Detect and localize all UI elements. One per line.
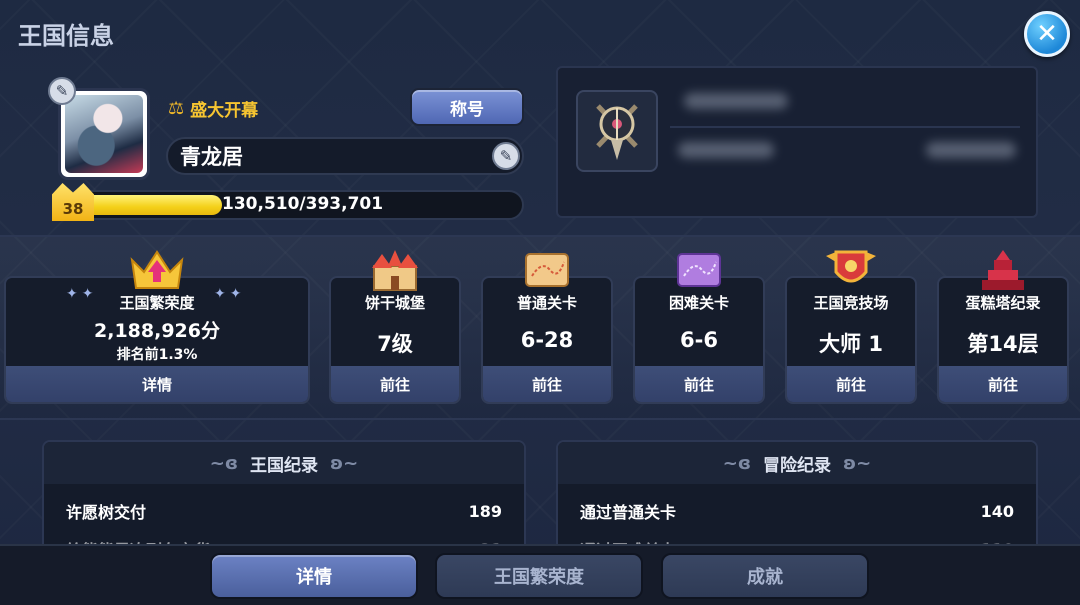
castle-go-button[interactable]: 前往 — [331, 366, 459, 402]
cake-tower-label: 蛋糕塔纪录 — [965, 294, 1041, 312]
kingdom-records-panel: ~ɞ 王国纪录 ʚ~ 许愿树交付 189 给熊熊果冻列车交货 21 — [42, 440, 526, 560]
hard-stage-go-button[interactable]: 前往 — [635, 366, 763, 402]
xp-bar-fill — [76, 195, 222, 215]
adventure-records-header: ~ɞ 冒险纪录 ʚ~ — [558, 442, 1036, 484]
tab-prosperity[interactable]: 王国繁荣度 — [435, 553, 643, 599]
normal-stage-label: 普通关卡 — [516, 294, 577, 312]
close-icon: ✕ — [1036, 19, 1058, 49]
xp-text: 130,510/393,701 — [222, 194, 384, 214]
arena-value: 大师 1 — [819, 332, 883, 356]
arena-card: 王国竞技场 大师 1 前往 — [785, 276, 917, 404]
prosperity-value: 2,188,926分 — [94, 320, 220, 342]
kingdom-records-header: ~ɞ 王国纪录 ʚ~ — [44, 442, 524, 484]
record-row: 通过普通关卡 140 — [580, 498, 1014, 524]
scales-icon: ⚖ — [168, 98, 185, 119]
cake-tower-card: 蛋糕塔纪录 第14层 前往 — [937, 276, 1069, 404]
tab-details[interactable]: 详情 — [210, 553, 418, 599]
title-button[interactable]: 称号 — [410, 88, 524, 126]
ornament-right-icon: ʚ~ — [843, 452, 872, 474]
normal-stage-value: 6-28 — [520, 328, 574, 352]
prosperity-label: 王国繁荣度 — [119, 294, 195, 312]
guild-value-blurred — [926, 142, 1016, 158]
adventure-records-panel: ~ɞ 冒险纪录 ʚ~ 通过普通关卡 140 通过困难关卡 110 — [556, 440, 1038, 560]
kingdom-title-text: 盛大开幕 — [190, 101, 259, 121]
prosperity-card: 王国繁荣度 2,188,926分 排名前1.3% 详情 — [4, 276, 310, 404]
arena-shield-icon — [822, 246, 880, 292]
cake-tower-value: 第14层 — [967, 332, 1039, 356]
ornament-left-icon: ~ɞ — [722, 452, 751, 474]
sparkle-icon-left: ✦✦ — [66, 286, 98, 302]
arena-go-button[interactable]: 前往 — [787, 366, 915, 402]
avatar-image — [65, 95, 143, 173]
guild-divider — [670, 126, 1020, 128]
tab-achievements[interactable]: 成就 — [661, 553, 869, 599]
prosperity-detail-button[interactable]: 详情 — [6, 366, 308, 402]
kingdom-name: 青龙居 — [180, 145, 243, 169]
sparkle-icon-right: ✦✦ — [214, 286, 246, 302]
sword-emblem-icon — [596, 104, 638, 160]
guild-info-blurred — [678, 142, 774, 158]
record-label: 通过普通关卡 — [580, 503, 677, 522]
cake-tower-go-button[interactable]: 前往 — [939, 366, 1067, 402]
kingdom-records-title: 王国纪录 — [250, 455, 318, 476]
adventure-records-title: 冒险纪录 — [763, 455, 831, 476]
castle-label: 饼干城堡 — [364, 294, 425, 312]
guild-emblem[interactable] — [576, 90, 658, 172]
record-value: 140 — [980, 501, 1014, 521]
record-row: 许愿树交付 189 — [66, 498, 502, 524]
prosperity-rank: 排名前1.3% — [116, 347, 198, 363]
cake-tower-icon — [974, 246, 1032, 292]
edit-avatar-icon[interactable]: ✎ — [48, 77, 76, 105]
hard-stage-card: 困难关卡 6-6 前往 — [633, 276, 765, 404]
level-number: 38 — [62, 200, 84, 218]
normal-stage-go-button[interactable]: 前往 — [483, 366, 611, 402]
hard-stage-label: 困难关卡 — [668, 294, 729, 312]
ornament-right-icon: ʚ~ — [330, 452, 359, 474]
record-value: 189 — [468, 501, 502, 521]
kingdom-title-badge: ⚖ 盛大开幕 — [168, 96, 258, 121]
map-icon — [518, 246, 576, 292]
guild-name-blurred — [684, 93, 788, 109]
hard-stage-value: 6-6 — [680, 328, 718, 352]
close-button[interactable]: ✕ — [1024, 11, 1070, 57]
edit-name-icon[interactable]: ✎ — [492, 142, 520, 170]
record-label: 许愿树交付 — [66, 503, 147, 522]
castle-icon — [366, 246, 424, 292]
castle-value: 7级 — [377, 332, 413, 356]
ornament-left-icon: ~ɞ — [209, 452, 238, 474]
kingdom-name-field[interactable]: 青龙居 — [166, 137, 524, 175]
hard-map-icon — [670, 246, 728, 292]
crown-icon — [128, 246, 186, 292]
castle-card: 饼干城堡 7级 前往 — [329, 276, 461, 404]
page-title: 王国信息 — [18, 22, 114, 50]
arena-label: 王国竞技场 — [813, 294, 889, 312]
normal-stage-card: 普通关卡 6-28 前往 — [481, 276, 613, 404]
avatar[interactable] — [58, 88, 150, 180]
